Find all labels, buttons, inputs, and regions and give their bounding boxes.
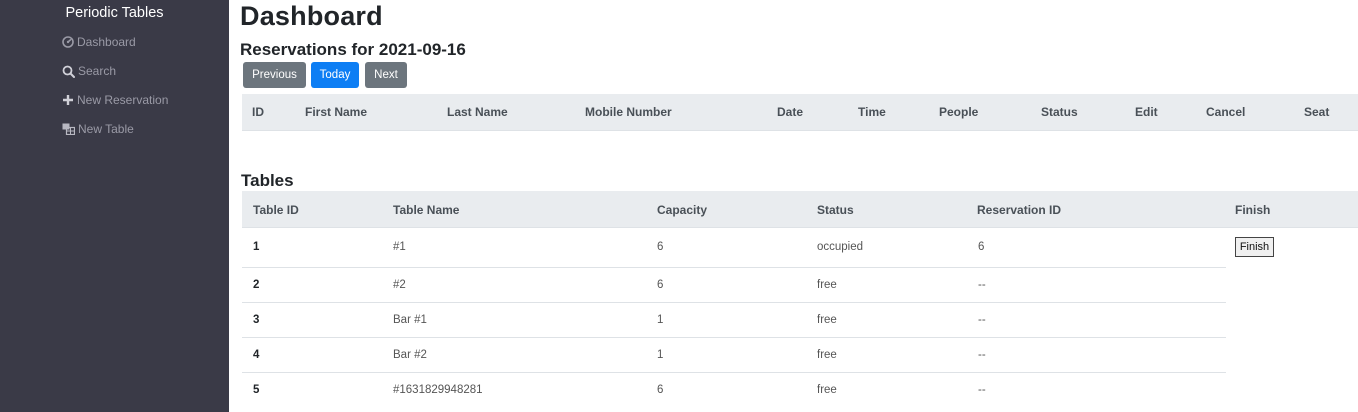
- column-header-status: Status: [1041, 105, 1078, 119]
- column-header-time: Time: [858, 105, 886, 119]
- column-header-date: Date: [777, 105, 804, 119]
- table-row: 1 #1 6 occupied 6: [242, 229, 1226, 268]
- plus-icon: [63, 95, 73, 105]
- status-cell: free: [817, 279, 837, 291]
- table-row: 4 Bar #2 1 free --: [242, 338, 1226, 373]
- column-header-last-name: Last Name: [447, 105, 508, 119]
- column-header-finish: Finish: [1235, 203, 1271, 217]
- sidebar-item-label: New Reservation: [77, 93, 169, 107]
- sidebar: Periodic Tables Dashboard Search New Res…: [0, 0, 229, 412]
- sidebar-item-new-reservation[interactable]: New Reservation: [62, 93, 168, 107]
- reservations-table-header: ID First Name Last Name Mobile Number Da…: [242, 94, 1358, 131]
- table-id-cell: 1: [253, 241, 260, 253]
- reservation-id-cell: --: [978, 349, 986, 361]
- column-header-seat: Seat: [1304, 105, 1330, 119]
- status-cell: occupied: [817, 241, 864, 253]
- capacity-cell: 6: [657, 241, 664, 253]
- reservation-id-cell: --: [978, 314, 986, 326]
- table-id-cell: 2: [253, 279, 260, 291]
- table-id-cell: 4: [253, 349, 260, 361]
- search-icon: [62, 65, 75, 78]
- reservation-id-cell: --: [978, 279, 986, 291]
- tables-table-header: Table ID Table Name Capacity Status Rese…: [242, 191, 1358, 228]
- table-icon: [62, 123, 75, 135]
- capacity-cell: 6: [657, 279, 664, 291]
- column-header-table-name: Table Name: [393, 203, 460, 217]
- sidebar-item-dashboard[interactable]: Dashboard: [62, 35, 136, 49]
- today-button[interactable]: Today: [311, 62, 359, 88]
- table-name-cell: Bar #1: [393, 314, 427, 326]
- column-header-mobile-number: Mobile Number: [585, 105, 672, 119]
- main-content: Dashboard Reservations for 2021-09-16 Pr…: [229, 0, 1358, 412]
- table-row: 2 #2 6 free --: [242, 268, 1226, 303]
- table-id-cell: 5: [253, 384, 260, 396]
- column-header-reservation-id: Reservation ID: [977, 203, 1062, 217]
- sidebar-item-label: Dashboard: [77, 35, 136, 49]
- dashboard-icon: [62, 36, 74, 48]
- column-header-edit: Edit: [1135, 105, 1158, 119]
- table-name-cell: #1631829948281: [393, 384, 483, 396]
- sidebar-item-new-table[interactable]: New Table: [62, 122, 134, 136]
- next-button[interactable]: Next: [365, 62, 407, 88]
- column-header-capacity: Capacity: [657, 203, 708, 217]
- table-id-cell: 3: [253, 314, 260, 326]
- status-cell: free: [817, 349, 837, 361]
- status-cell: free: [817, 314, 837, 326]
- capacity-cell: 1: [657, 314, 664, 326]
- column-header-table-id: Table ID: [253, 203, 299, 217]
- column-header-cancel: Cancel: [1206, 105, 1246, 119]
- table-row: 3 Bar #1 1 free --: [242, 303, 1226, 338]
- status-cell: free: [817, 384, 837, 396]
- capacity-cell: 1: [657, 349, 664, 361]
- sidebar-item-label: New Table: [78, 122, 134, 136]
- capacity-cell: 6: [657, 384, 664, 396]
- tables-heading: Tables: [241, 171, 294, 190]
- column-header-id: ID: [252, 105, 264, 119]
- page-title: Dashboard: [240, 1, 383, 31]
- sidebar-item-search[interactable]: Search: [62, 64, 116, 78]
- sidebar-item-label: Search: [78, 64, 117, 78]
- table-row: 5 #1631829948281 6 free --: [242, 373, 1226, 408]
- table-name-cell: #2: [393, 279, 406, 291]
- column-header-first-name: First Name: [305, 105, 368, 119]
- table-name-cell: #1: [393, 241, 406, 253]
- table-name-cell: Bar #2: [393, 349, 427, 361]
- column-header-people: People: [939, 105, 979, 119]
- finish-button[interactable]: Finish: [1235, 237, 1274, 257]
- column-header-status: Status: [817, 203, 854, 217]
- brand-title[interactable]: Periodic Tables: [0, 5, 229, 21]
- reservation-id-cell: 6: [978, 241, 985, 253]
- reservations-heading: Reservations for 2021-09-16: [240, 40, 466, 59]
- previous-button[interactable]: Previous: [243, 62, 306, 88]
- reservation-id-cell: --: [978, 384, 986, 396]
